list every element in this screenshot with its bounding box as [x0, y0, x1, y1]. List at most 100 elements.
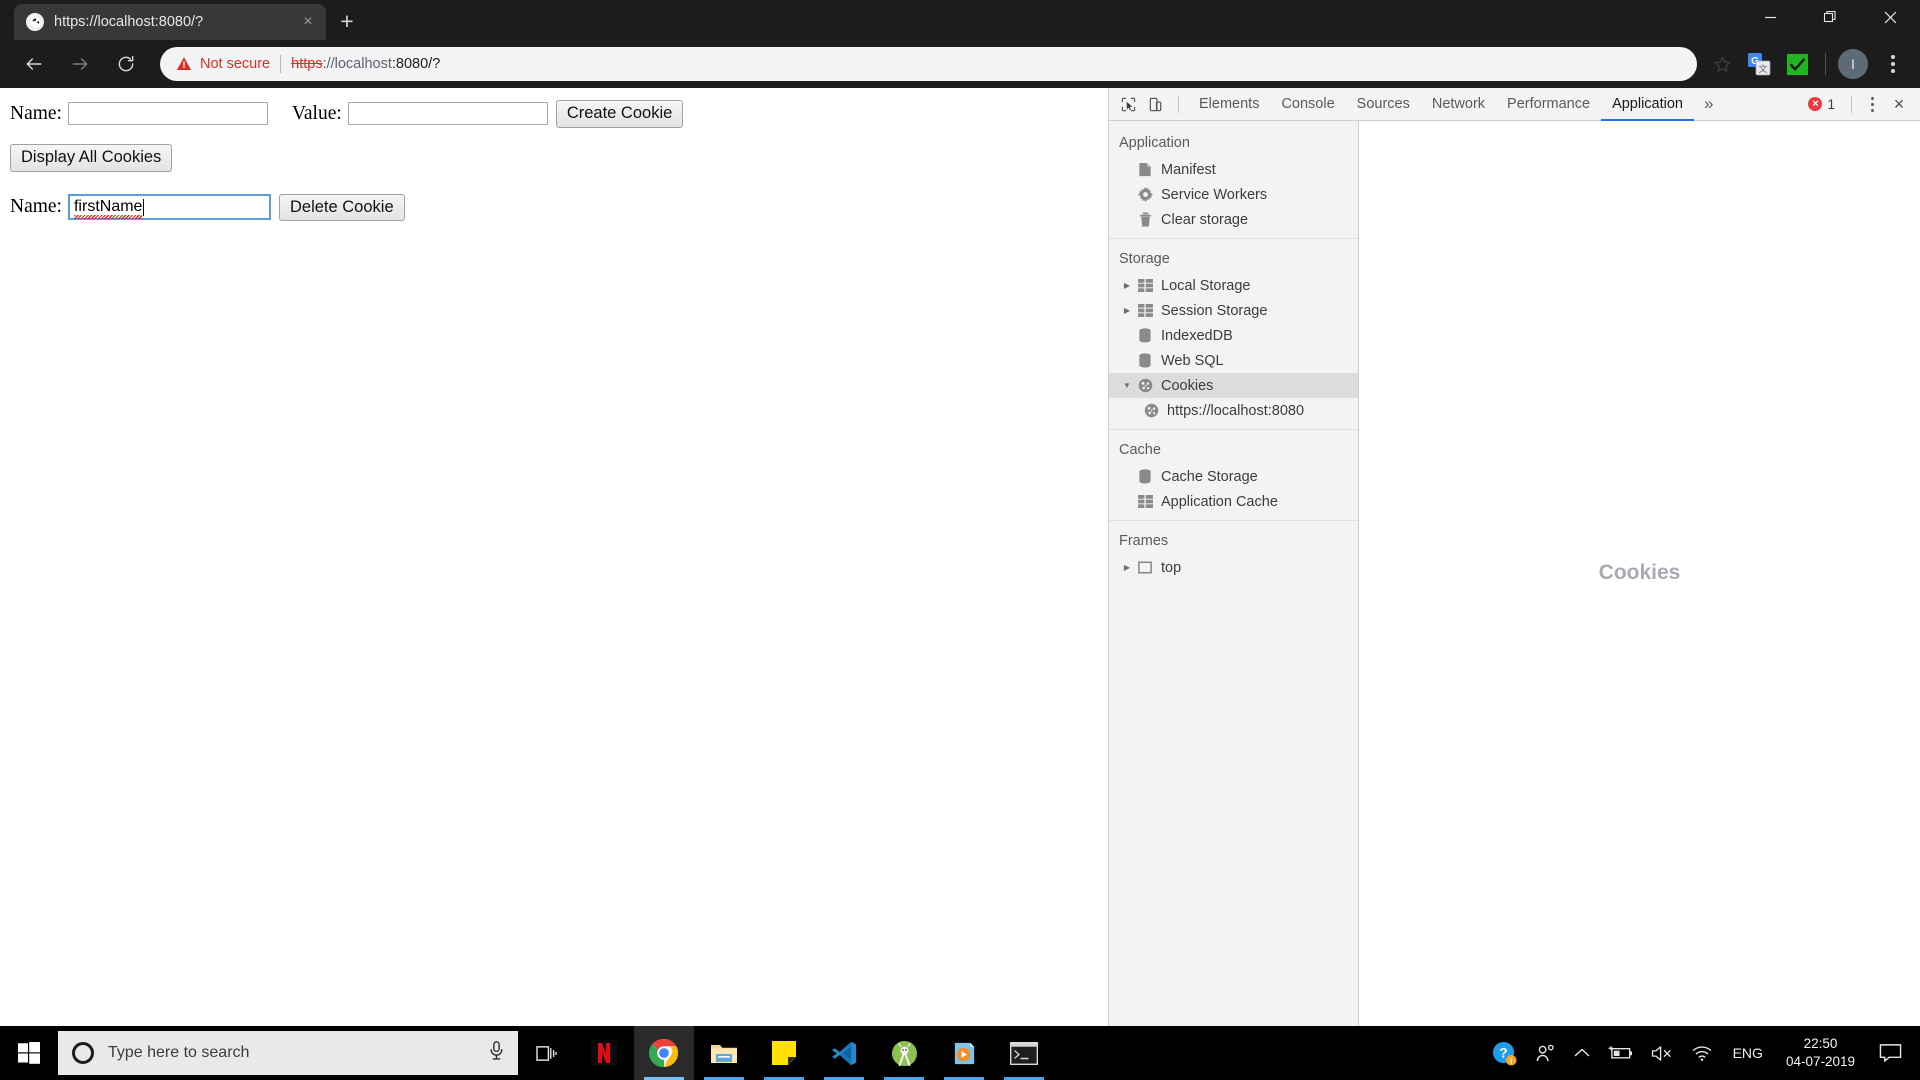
sidebar-item-frame-top[interactable]: ▶ top: [1109, 555, 1358, 580]
taskbar-app-visual-studio-code[interactable]: [814, 1026, 874, 1080]
clock[interactable]: 22:50 04-07-2019: [1774, 1026, 1867, 1080]
search-input[interactable]: Type here to search: [58, 1031, 518, 1075]
kebab-menu-icon[interactable]: [1860, 96, 1884, 112]
display-all-row: Display All Cookies: [10, 143, 1098, 172]
gear-icon: [1135, 187, 1155, 202]
sidebar-item-cookies-origin[interactable]: https://localhost:8080: [1109, 398, 1358, 423]
address-bar[interactable]: Not secure https://localhost:8080/?: [160, 47, 1697, 81]
sidebar-item-label: Session Storage: [1161, 302, 1268, 319]
tab-elements[interactable]: Elements: [1188, 88, 1270, 121]
chevron-right-icon[interactable]: ▶: [1119, 281, 1135, 290]
tab-network[interactable]: Network: [1421, 88, 1496, 121]
taskbar-app-android-studio[interactable]: [874, 1026, 934, 1080]
new-tab-button[interactable]: +: [332, 8, 362, 36]
create-cookie-row: Name: Value: Create Cookie: [10, 100, 1098, 128]
wifi-icon[interactable]: [1682, 1026, 1722, 1080]
sidebar-item-web-sql[interactable]: ▶ Web SQL: [1109, 348, 1358, 373]
taskbar-app-google-chrome[interactable]: [634, 1026, 694, 1080]
frame-icon: [1135, 561, 1155, 574]
sidebar-item-cache-storage[interactable]: ▶ Cache Storage: [1109, 464, 1358, 489]
windows-taskbar: Type here to search ? i ENG 22:50 04-07-…: [0, 1026, 1920, 1080]
divider: [1109, 429, 1358, 430]
kebab-menu-icon[interactable]: [1876, 47, 1910, 81]
sidebar-item-label: top: [1161, 559, 1182, 576]
display-all-cookies-button[interactable]: Display All Cookies: [10, 143, 173, 172]
browser-tab[interactable]: https://localhost:8080/? ×: [14, 4, 326, 40]
sidebar-item-local-storage[interactable]: ▶ Local Storage: [1109, 273, 1358, 298]
more-tabs-icon[interactable]: »: [1694, 88, 1723, 121]
tab-performance[interactable]: Performance: [1496, 88, 1601, 121]
chevron-up-icon[interactable]: [1565, 1026, 1599, 1080]
task-view-icon[interactable]: [518, 1026, 574, 1080]
volume-muted-icon[interactable]: [1642, 1026, 1682, 1080]
cortana-circle-icon: [72, 1042, 94, 1064]
avatar[interactable]: I: [1838, 49, 1868, 79]
green-check-icon[interactable]: [1783, 50, 1811, 78]
url-scheme: https: [291, 56, 323, 72]
svg-text:i: i: [1510, 1056, 1512, 1065]
battery-charging-icon[interactable]: [1599, 1026, 1642, 1080]
sidebar-item-label: Manifest: [1161, 161, 1216, 178]
device-toolbar-icon[interactable]: [1142, 91, 1169, 118]
chevron-down-icon[interactable]: ▼: [1119, 381, 1135, 390]
inspect-element-icon[interactable]: [1115, 91, 1142, 118]
microphone-icon[interactable]: [488, 1041, 508, 1065]
tab-application[interactable]: Application: [1601, 88, 1694, 121]
url-text: https://localhost:8080/?: [291, 56, 440, 72]
sidebar-item-clear-storage[interactable]: ▶ Clear storage: [1109, 207, 1358, 232]
sidebar-item-manifest[interactable]: ▶ Manifest: [1109, 157, 1358, 182]
people-icon[interactable]: [1526, 1026, 1565, 1080]
security-status-label: Not secure: [200, 56, 271, 72]
star-icon[interactable]: [1705, 47, 1739, 81]
delete-name-input-wrapper: firstName: [67, 194, 271, 221]
sidebar-item-session-storage[interactable]: ▶ Session Storage: [1109, 298, 1358, 323]
back-arrow-icon[interactable]: [16, 46, 52, 82]
help-question-icon[interactable]: ? i: [1483, 1026, 1526, 1080]
taskbar-app-netflix[interactable]: [574, 1026, 634, 1080]
close-icon[interactable]: ×: [1884, 89, 1914, 119]
close-icon[interactable]: ×: [298, 12, 318, 32]
create-value-input[interactable]: [347, 102, 548, 126]
delete-name-input[interactable]: firstName: [67, 194, 271, 221]
restore-icon[interactable]: [1800, 0, 1860, 34]
tab-console[interactable]: Console: [1270, 88, 1345, 121]
sidebar-item-service-workers[interactable]: ▶ Service Workers: [1109, 182, 1358, 207]
url-host: ://localhost: [322, 56, 392, 72]
toolbar-divider: [1825, 53, 1826, 75]
language-indicator[interactable]: ENG: [1722, 1026, 1774, 1080]
chevron-right-icon[interactable]: ▶: [1119, 563, 1135, 572]
google-translate-icon[interactable]: G 文: [1745, 50, 1773, 78]
tab-sources[interactable]: Sources: [1346, 88, 1421, 121]
taskbar-app-media-player[interactable]: [934, 1026, 994, 1080]
divider: [1109, 520, 1358, 521]
error-badge[interactable]: × 1: [1808, 97, 1835, 112]
reload-icon[interactable]: [108, 46, 144, 82]
omnibox-divider: [280, 55, 282, 73]
create-name-input[interactable]: [67, 102, 268, 126]
sidebar-item-application-cache[interactable]: ▶ Application Cache: [1109, 489, 1358, 514]
table-icon: [1135, 495, 1155, 508]
windows-logo-icon[interactable]: [0, 1026, 58, 1080]
taskbar-app-file-explorer[interactable]: [694, 1026, 754, 1080]
sidebar-item-indexeddb[interactable]: ▶ IndexedDB: [1109, 323, 1358, 348]
forward-arrow-icon[interactable]: [62, 46, 98, 82]
taskbar-app-sticky-notes[interactable]: [754, 1026, 814, 1080]
devtools-sidebar-tree[interactable]: Application ▶ Manifest ▶: [1109, 121, 1359, 1026]
taskbar-app-terminal[interactable]: [994, 1026, 1054, 1080]
delete-cookie-button[interactable]: Delete Cookie: [278, 193, 405, 222]
text-caret: [143, 198, 145, 216]
sidebar-item-label: IndexedDB: [1161, 327, 1233, 344]
sidebar-item-label: Cache Storage: [1161, 468, 1258, 485]
minimize-icon[interactable]: [1740, 0, 1800, 34]
sidebar-item-cookies[interactable]: ▼ Cookies: [1109, 373, 1358, 398]
error-icon: ×: [1808, 97, 1823, 111]
devtools-toolbar: Elements Console Sources Network Perform…: [1109, 88, 1920, 121]
create-cookie-button[interactable]: Create Cookie: [555, 100, 684, 128]
close-icon[interactable]: [1860, 0, 1920, 34]
panel-empty-title: Cookies: [1598, 561, 1681, 584]
create-value-label: Value:: [291, 102, 342, 124]
notification-icon[interactable]: [1867, 1026, 1914, 1080]
svg-text:文: 文: [1758, 63, 1767, 74]
chevron-right-icon[interactable]: ▶: [1119, 306, 1135, 315]
warning-triangle-icon[interactable]: [176, 56, 192, 72]
